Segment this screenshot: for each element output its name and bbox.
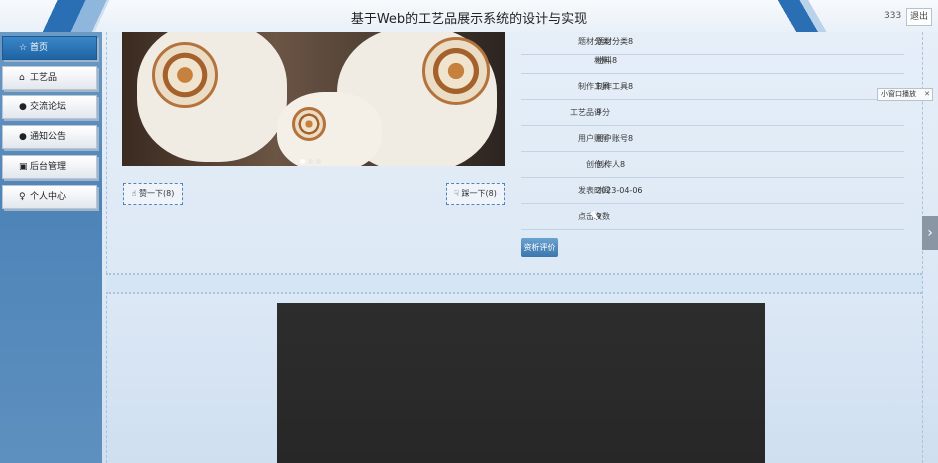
video-player[interactable] — [277, 303, 765, 463]
close-icon[interactable]: ✕ — [924, 89, 930, 100]
detail-row-score: 工艺品评分 8 — [521, 100, 904, 126]
sidebar-item-profile[interactable]: ♀ 个人中心 — [2, 185, 97, 209]
content-border-left — [106, 32, 107, 463]
detail-value: 8 — [596, 108, 602, 117]
section-divider — [106, 273, 922, 275]
section-divider-band — [106, 275, 922, 292]
sidebar-item-admin[interactable]: ▣ 后台管理 — [2, 155, 97, 179]
carousel-dot[interactable] — [308, 159, 313, 164]
detail-row-material: 材料 材料8 — [521, 48, 904, 74]
sidebar-item-label: 首页 — [30, 43, 49, 53]
sidebar-item-home[interactable]: ☆ 首页 — [2, 36, 97, 60]
building-icon: ▣ — [19, 162, 28, 172]
sidebar-item-forum[interactable]: ● 交流论坛 — [2, 95, 97, 119]
person-icon: ♀ — [19, 192, 26, 202]
sidebar-item-notices[interactable]: ● 通知公告 — [2, 125, 97, 149]
mini-window-player[interactable]: 小窗口播放 ✕ — [877, 88, 933, 101]
mini-window-label: 小窗口播放 — [881, 90, 916, 98]
detail-value: 用户账号8 — [596, 134, 634, 143]
thumbs-down-icon: ☟ — [454, 189, 459, 198]
chevron-right-icon: › — [927, 225, 933, 241]
detail-value: 材料8 — [596, 56, 618, 65]
detail-key: 工艺品评分 — [570, 108, 610, 117]
detail-row-tool: 制作工具 制作工具8 — [521, 74, 904, 100]
sidebar-item-crafts[interactable]: ⌂ 工艺品 — [2, 66, 97, 90]
sidebar-item-label: 交流论坛 — [30, 102, 67, 112]
page-title: 基于Web的工艺品展示系统的设计与实现 — [350, 12, 588, 27]
thumbs-up-icon: ☝ — [131, 189, 137, 198]
info-icon: ● — [19, 132, 27, 142]
bag-icon: ⌂ — [19, 73, 25, 83]
sidebar-item-label: 后台管理 — [30, 162, 67, 172]
detail-row-user: 用户账号 用户账号8 — [521, 126, 904, 152]
dislike-label: 踩一下(8) — [461, 189, 497, 198]
sidebar: ☆ 首页 ⌂ 工艺品 ● 交流论坛 ● 通知公告 ▣ 后台管理 ♀ 个人中心 — [0, 32, 102, 463]
ornament-medallion — [292, 107, 326, 141]
detail-row-creator: 创作人 创作人8 — [521, 152, 904, 178]
like-label: 赞一下(8) — [139, 189, 175, 198]
carousel-indicator[interactable] — [300, 154, 324, 166]
product-image-carousel[interactable] — [122, 32, 505, 166]
like-button[interactable]: ☝ 赞一下(8) — [123, 183, 183, 205]
detail-value: 2023-04-06 — [596, 186, 643, 195]
logout-button[interactable]: 退出 — [906, 8, 932, 26]
detail-row-clicks: 点击次数 9 — [521, 204, 904, 230]
ornament-medallion — [422, 37, 490, 105]
review-button[interactable]: 资析评价 — [521, 238, 558, 257]
sidebar-item-label: 工艺品 — [30, 73, 58, 83]
detail-row-date: 发表时间 2023-04-06 — [521, 178, 904, 204]
carousel-dot[interactable] — [300, 159, 305, 164]
detail-value: 创作人8 — [596, 160, 626, 169]
section-divider — [106, 292, 922, 294]
dislike-button[interactable]: ☟ 踩一下(8) — [446, 183, 505, 205]
panel-toggle-button[interactable]: › — [922, 216, 938, 250]
carousel-dot[interactable] — [316, 159, 321, 164]
sidebar-item-label: 通知公告 — [30, 132, 67, 142]
info-icon: ● — [19, 102, 27, 112]
sidebar-item-label: 个人中心 — [30, 192, 67, 202]
detail-value: 制作工具8 — [596, 82, 634, 91]
username-label: 333 — [884, 11, 902, 21]
star-icon: ☆ — [19, 43, 28, 53]
ornament-medallion — [152, 42, 218, 108]
